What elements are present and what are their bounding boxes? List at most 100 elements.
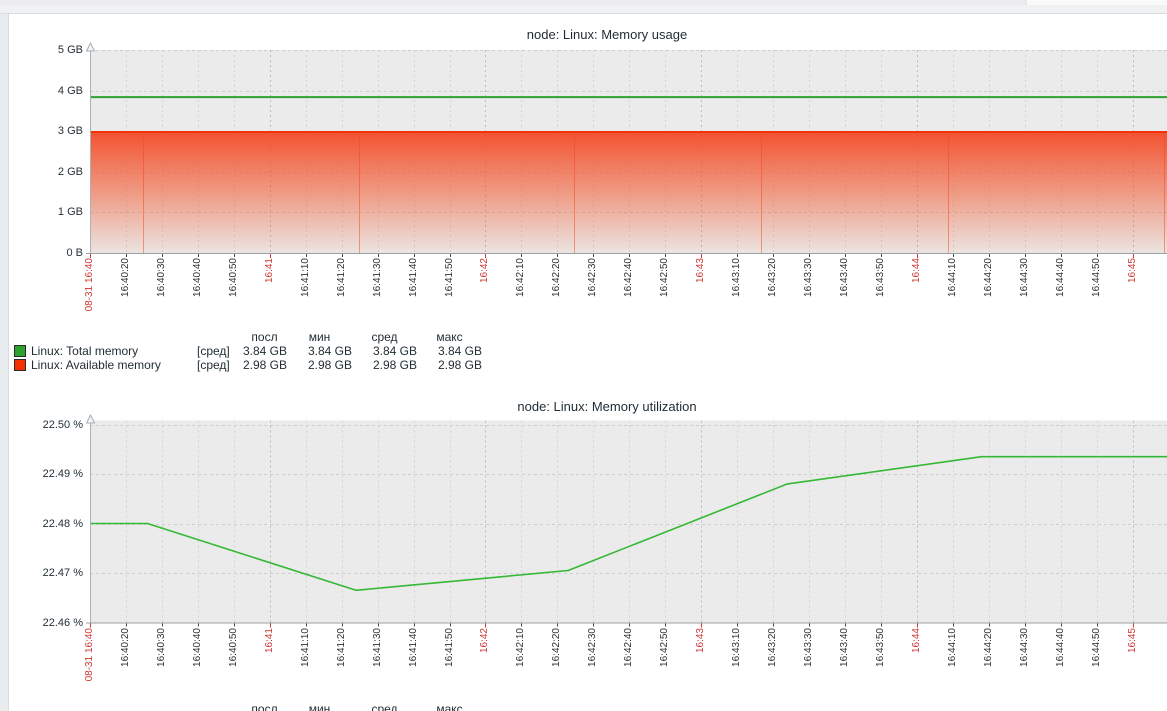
available-memory-area (90, 132, 1167, 253)
legend-memory-usage: посл мин сред макс Linux: Total memory [… (14, 330, 482, 372)
x-axis-label: 16:44:20 (983, 628, 995, 667)
zabbix-graph-page: node: Linux: Memory usage node: Linux: M… (0, 0, 1167, 711)
y-axis-label: 22.48 % (25, 518, 83, 530)
x-axis-label: 16:44:50 (1091, 628, 1103, 667)
y-axis-label: 4 GB (25, 85, 83, 97)
legend-header-avg: сред (352, 702, 417, 711)
x-axis-label: 16:44:10 (947, 628, 959, 667)
y-axis-label: 5 GB (25, 44, 83, 56)
x-axis-label: 16:43 (695, 258, 707, 283)
x-axis-label: 16:43:50 (875, 258, 887, 297)
legend-header-min: мин (287, 330, 352, 344)
legend-row-available-memory: Linux: Available memory [сред] 2.98 GB 2… (14, 358, 482, 372)
x-axis-label: 16:42:40 (623, 628, 635, 667)
x-axis-label: 16:40:40 (192, 628, 204, 667)
x-axis-label: 16:42 (479, 258, 491, 283)
legend-row-total-memory: Linux: Total memory [сред] 3.84 GB 3.84 … (14, 344, 482, 358)
x-axis-label: 16:42:40 (623, 258, 635, 297)
x-axis-label: 16:40:50 (228, 258, 240, 297)
y-axis-label: 0 B (25, 247, 83, 259)
x-axis-label: 16:40:20 (120, 258, 132, 297)
total-memory-swatch (14, 345, 26, 357)
x-axis-label: 16:42:10 (515, 628, 527, 667)
x-axis-label: 16:44:40 (1055, 628, 1067, 667)
legend-value-min: 2.98 GB (287, 358, 352, 372)
y-axis-label: 1 GB (25, 206, 83, 218)
x-axis-label: 16:43:40 (839, 258, 851, 297)
x-axis-label: 16:42:30 (587, 258, 599, 297)
legend-memory-utilization: посл мин сред макс (14, 702, 482, 711)
x-axis-label: 16:43:50 (875, 628, 887, 667)
x-axis-label: 16:41 (264, 258, 276, 283)
x-axis-label: 16:40:20 (120, 628, 132, 667)
legend-header-last: посл (242, 702, 287, 711)
x-axis-label: 16:41:50 (444, 628, 456, 667)
legend-series-label: Linux: Available memory (31, 358, 197, 372)
legend-header-max: макс (417, 330, 482, 344)
x-axis-label: 16:42:20 (551, 258, 563, 297)
x-axis-label: 16:41:20 (336, 258, 348, 297)
legend-value-avg: 2.98 GB (352, 358, 417, 372)
legend-header-row: посл мин сред макс (14, 330, 482, 344)
x-axis-label: 16:42 (479, 628, 491, 653)
x-axis-label: 16:42:10 (515, 258, 527, 297)
x-axis-label: 16:40:30 (156, 628, 168, 667)
x-axis-label: 16:44:30 (1019, 628, 1031, 667)
x-axis-label: 16:41:30 (372, 628, 384, 667)
legend-value-last: 2.98 GB (242, 358, 287, 372)
x-axis-label: 16:40:40 (192, 258, 204, 297)
x-axis-label: 16:40:50 (228, 628, 240, 667)
available-memory-swatch (14, 359, 26, 371)
x-axis-label: 16:42:20 (551, 628, 563, 667)
x-axis-label: 16:44:20 (983, 258, 995, 297)
x-axis-label: 16:41:10 (300, 258, 312, 297)
y-axis-label: 2 GB (25, 166, 83, 178)
x-axis-label: 16:44:50 (1091, 258, 1103, 297)
legend-header-row: посл мин сред макс (14, 702, 482, 711)
x-axis-label: 16:44:30 (1019, 258, 1031, 297)
x-axis-label: 16:43:30 (803, 258, 815, 297)
legend-value-min: 3.84 GB (287, 344, 352, 358)
x-axis-label: 16:40:30 (156, 258, 168, 297)
x-axis-label: 16:43:10 (731, 258, 743, 297)
y-axis-label: 3 GB (25, 125, 83, 137)
legend-func-label: [сред] (197, 344, 242, 358)
x-axis-label: 16:42:50 (659, 628, 671, 667)
legend-value-max: 3.84 GB (417, 344, 482, 358)
y-axis-arrow-icon (87, 415, 95, 423)
y-axis-arrow-icon (87, 43, 95, 51)
x-axis-label: 08-31 16:40 (84, 628, 96, 681)
legend-value-avg: 3.84 GB (352, 344, 417, 358)
x-axis-label: 16:44:40 (1055, 258, 1067, 297)
x-axis-label: 16:44 (911, 258, 923, 283)
x-axis-label: 16:43 (695, 628, 707, 653)
x-axis-label: 16:42:50 (659, 258, 671, 297)
x-axis-label: 16:44 (911, 628, 923, 653)
x-axis-label: 16:44:10 (947, 258, 959, 297)
x-axis-label: 16:41:40 (408, 258, 420, 297)
legend-func-label: [сред] (197, 358, 242, 372)
x-axis-label: 16:43:20 (767, 258, 779, 297)
y-axis-label: 22.49 % (25, 468, 83, 480)
x-axis-label: 16:41:50 (444, 258, 456, 297)
x-axis-label: 16:43:20 (767, 628, 779, 667)
y-axis-label: 22.47 % (25, 567, 83, 579)
x-axis-label: 16:41:30 (372, 258, 384, 297)
x-axis-label: 16:43:30 (803, 628, 815, 667)
legend-header-last: посл (242, 330, 287, 344)
x-axis-label: 16:45 (1127, 258, 1139, 283)
legend-header-avg: сред (352, 330, 417, 344)
legend-header-max: макс (417, 702, 482, 711)
x-axis-label: 16:41:40 (408, 628, 420, 667)
x-axis-label: 16:42:30 (587, 628, 599, 667)
legend-series-label: Linux: Total memory (31, 344, 197, 358)
plot-area[interactable] (90, 421, 1167, 623)
x-axis-label: 16:45 (1127, 628, 1139, 653)
x-axis-label: 16:41 (264, 628, 276, 653)
y-axis-label: 22.50 % (25, 419, 83, 431)
x-axis-label: 16:41:20 (336, 628, 348, 667)
legend-value-max: 2.98 GB (417, 358, 482, 372)
legend-value-last: 3.84 GB (242, 344, 287, 358)
x-axis-label: 16:43:40 (839, 628, 851, 667)
x-axis-label: 16:43:10 (731, 628, 743, 667)
